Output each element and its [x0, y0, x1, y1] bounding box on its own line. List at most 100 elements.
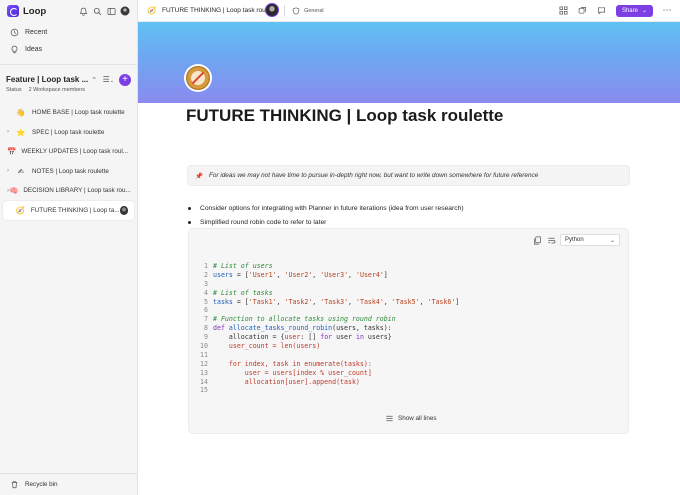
- page-item-label: NOTES | Loop task roulette: [32, 167, 109, 175]
- workspace-members[interactable]: 2 Workspace members: [29, 87, 85, 93]
- page-item-future-thinking[interactable]: 🧭 FUTURE THINKING | Loop ta...: [3, 200, 134, 220]
- bell-icon[interactable]: [78, 6, 88, 16]
- code-line: 5 tasks = ['Task1', 'Task2', 'Task3', 'Ta…: [198, 298, 459, 307]
- wrap-lines-icon[interactable]: [546, 235, 556, 245]
- sidebar-item-recent[interactable]: Recent: [0, 24, 137, 41]
- code-line: 10 user_count = len(users): [198, 342, 459, 351]
- code-token: ,: [276, 270, 285, 279]
- line-number: 15: [200, 386, 208, 395]
- page-item-label: SPEC | Loop task roulette: [32, 128, 105, 136]
- compass-icon: 🧭: [15, 205, 25, 215]
- code-token: (users, tasks):: [332, 324, 392, 333]
- shield-icon: [291, 6, 301, 16]
- chevron-updown-icon[interactable]: ⌃: [91, 76, 97, 84]
- callout[interactable]: 📌 For ideas we may not have time to purs…: [187, 165, 630, 186]
- code-token: ,: [276, 297, 285, 306]
- comment-icon[interactable]: [597, 6, 607, 16]
- code-line: 12 for index, task in enumerate(tasks):: [198, 360, 459, 369]
- sidebar-nav: Recent Ideas: [0, 22, 137, 60]
- collaborator-avatar[interactable]: [119, 205, 128, 215]
- list-item[interactable]: Simplified round robin code to refer to …: [186, 215, 464, 229]
- lightbulb-icon: [9, 45, 19, 55]
- app-name: Loop: [23, 5, 47, 17]
- code-line: 6: [198, 306, 459, 315]
- page-item-notes[interactable]: › ✍ NOTES | Loop task roulette: [3, 162, 134, 182]
- copy-code-icon[interactable]: [532, 235, 542, 245]
- code-line: 3: [198, 280, 459, 289]
- code-block[interactable]: Python ⌄ 1 # List of users 2 users = ['Use…: [188, 228, 629, 434]
- sidebar-item-label: Ideas: [25, 46, 43, 53]
- code-token: ,: [348, 297, 356, 306]
- clock-icon: [9, 28, 19, 38]
- code-token: user = users[index % user_count]: [213, 368, 372, 377]
- star-icon: ⭐: [16, 127, 26, 137]
- code-token: allocate_tasks_round_robin: [228, 324, 333, 333]
- compass-icon[interactable]: [186, 66, 210, 90]
- code-token: in: [355, 333, 364, 342]
- sensitivity-label[interactable]: General: [291, 6, 324, 16]
- add-page-button[interactable]: +: [119, 73, 131, 86]
- code-token: ]: [455, 297, 460, 306]
- sidebar: Loop Recent Ideas Feature | Loop task ..…: [0, 0, 138, 495]
- code-token: # List of users: [213, 262, 273, 270]
- page-item-home-base[interactable]: 👋 HOME BASE | Loop task roulette: [3, 103, 134, 123]
- chevron-right-icon[interactable]: ›: [7, 129, 15, 135]
- account-avatar[interactable]: [120, 6, 130, 16]
- page-item-weekly-updates[interactable]: 📅 WEEKLY UPDATES | Loop task roul...: [3, 142, 134, 162]
- page-item-decision-library[interactable]: › 🧠 DECISION LIBRARY | Loop task rou...: [3, 181, 134, 201]
- code-content[interactable]: 1 # List of users 2 users = ['User1', 'Use…: [198, 262, 459, 395]
- code-token: : []: [300, 333, 321, 342]
- list-item[interactable]: Consider options for integrating with Pl…: [186, 201, 464, 215]
- code-line: 1 # List of users: [198, 262, 459, 271]
- workspace-title[interactable]: Feature | Loop task ...: [6, 75, 88, 84]
- show-all-lines-label: Show all lines: [398, 414, 437, 422]
- line-number: 2: [204, 270, 208, 279]
- top-bar: 🧭 FUTURE THINKING | Loop task roulette G…: [138, 0, 680, 22]
- workspace-options-icon[interactable]: ☰⌄: [103, 75, 114, 84]
- page-title[interactable]: FUTURE THINKING | Loop task roulette: [186, 106, 503, 126]
- code-token: 'Task5': [391, 297, 420, 306]
- code-token: 'User2': [284, 270, 313, 279]
- sidebar-item-ideas[interactable]: Ideas: [0, 41, 137, 58]
- collapse-sidebar-icon[interactable]: [106, 6, 116, 16]
- line-number: 5: [204, 297, 208, 306]
- code-line: 9 allocation = {user: [] for user in use…: [198, 333, 459, 342]
- code-line: 7 # Function to allocate tasks using roun…: [198, 315, 459, 324]
- recycle-bin[interactable]: Recycle bin: [0, 473, 137, 495]
- code-token: ,: [312, 297, 321, 306]
- code-line: 14 allocation[user].append(task): [198, 378, 459, 387]
- app-logo[interactable]: Loop: [7, 5, 46, 17]
- line-number: 12: [200, 359, 208, 368]
- copy-link-icon[interactable]: [578, 6, 588, 16]
- code-token: ,: [348, 270, 356, 279]
- apps-grid-icon[interactable]: [559, 6, 569, 16]
- code-token: 'Task4': [356, 297, 384, 306]
- presence-avatar[interactable]: [265, 3, 279, 17]
- code-line: 2 users = ['User1', 'User2', 'User3', 'Us…: [198, 271, 459, 280]
- code-line: 13 user = users[index % user_count]: [198, 369, 459, 378]
- code-token: ,: [383, 297, 392, 306]
- language-select[interactable]: Python ⌄: [560, 234, 620, 246]
- code-token: allocation[user].append(task): [213, 377, 360, 386]
- share-label: Share: [621, 7, 638, 14]
- workspace-meta: Status 2 Workspace members: [0, 87, 137, 93]
- workspace-status[interactable]: Status: [6, 87, 22, 93]
- code-token: allocation = {: [213, 333, 285, 342]
- page-item-spec[interactable]: › ⭐ SPEC | Loop task roulette: [3, 123, 134, 143]
- breadcrumb[interactable]: 🧭 FUTURE THINKING | Loop task roulette: [146, 6, 278, 15]
- show-all-lines-button[interactable]: Show all lines: [384, 413, 437, 423]
- chevron-right-icon[interactable]: ›: [7, 168, 15, 174]
- workspace-header: Feature | Loop task ... ⌃ ☰⌄ +: [0, 73, 137, 86]
- line-number: 3: [204, 279, 208, 288]
- list-item-text: Consider options for integrating with Pl…: [200, 204, 464, 212]
- line-number: 14: [200, 377, 208, 386]
- page-item-label: HOME BASE | Loop task roulette: [32, 109, 125, 117]
- code-token: = [: [232, 270, 249, 279]
- topbar-page-title: FUTURE THINKING | Loop task roulette: [162, 7, 279, 14]
- search-icon[interactable]: [92, 6, 102, 16]
- more-options-icon[interactable]: ⋯: [662, 6, 672, 16]
- code-token: def: [213, 324, 229, 333]
- code-token: 'Task3': [320, 297, 349, 306]
- line-number: 4: [204, 288, 208, 297]
- share-button[interactable]: Share ⌄: [615, 4, 653, 17]
